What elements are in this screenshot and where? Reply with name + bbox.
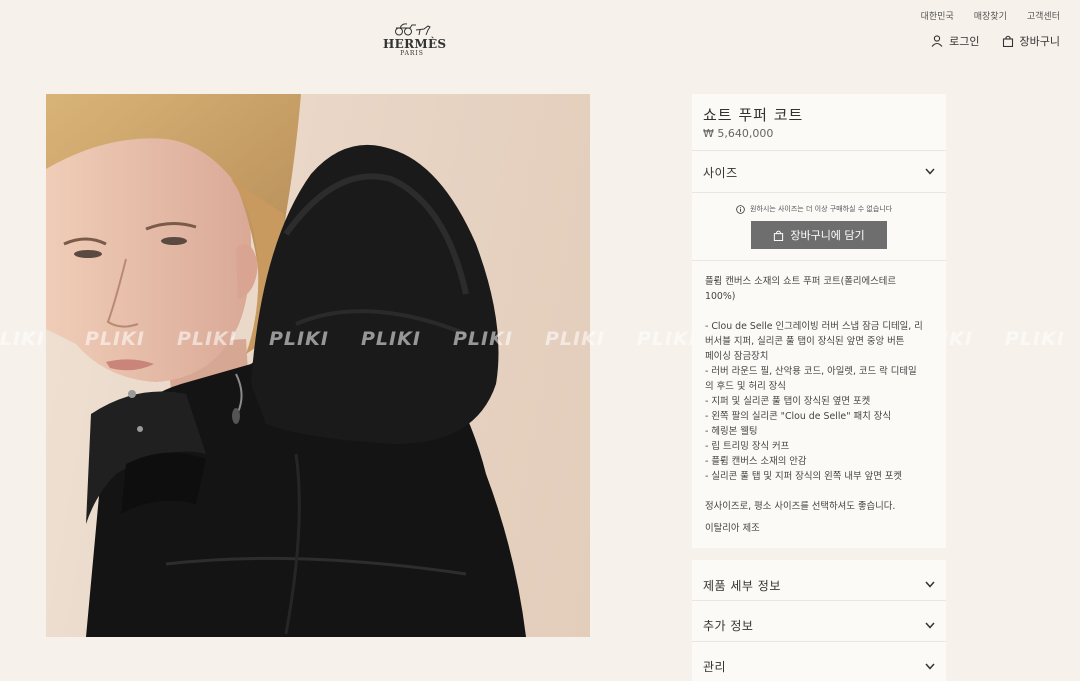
feature-line: 버서블 지퍼, 실리콘 풀 탭이 장식된 앞면 중앙 버튼 bbox=[705, 336, 905, 347]
accordion-care[interactable]: 관리 bbox=[692, 642, 946, 681]
store-locator-link[interactable]: 매장찾기 bbox=[974, 9, 1007, 22]
cart-label: 장바구니 bbox=[1019, 35, 1060, 48]
accordion-additional-info[interactable]: 추가 정보 bbox=[692, 601, 946, 641]
accordion-label: 추가 정보 bbox=[703, 619, 754, 633]
feature-line: - 헤링본 웰팅 bbox=[705, 426, 758, 437]
product-title: 쇼트 푸퍼 코트 bbox=[703, 106, 804, 124]
utility-nav: 대한민국 매장찾기 고객센터 bbox=[921, 9, 1060, 22]
description-line: 플륌 캔버스 소재의 쇼트 푸퍼 코트(폴리에스테르 bbox=[705, 276, 897, 287]
feature-line: - 립 트리밍 장식 커프 bbox=[705, 441, 790, 452]
feature-line: - 플륌 캔버스 소재의 안감 bbox=[705, 456, 807, 467]
login-link[interactable]: 로그인 bbox=[931, 33, 980, 49]
chevron-down-icon bbox=[925, 581, 935, 588]
add-to-cart-button[interactable]: 장바구니에 담기 bbox=[751, 221, 887, 249]
size-notice-text: 원하시는 사이즈는 더 이상 구매하실 수 없습니다 bbox=[750, 205, 893, 213]
country-link[interactable]: 대한민국 bbox=[921, 9, 954, 22]
made-in: 이탈리아 제조 bbox=[705, 523, 760, 534]
watermark-text: PLIKI bbox=[0, 328, 45, 350]
shopping-bag-icon bbox=[774, 230, 784, 241]
divider bbox=[692, 260, 946, 261]
watermark-text: PLIKI bbox=[637, 328, 697, 350]
customer-service-link[interactable]: 고객센터 bbox=[1027, 9, 1060, 22]
product-photo-icon bbox=[46, 94, 526, 637]
accordion-label: 관리 bbox=[703, 660, 727, 674]
size-selector[interactable]: 사이즈 bbox=[692, 151, 946, 192]
accordion-label: 제품 세부 정보 bbox=[703, 579, 781, 593]
product-info-panel: 쇼트 푸퍼 코트 ₩ 5,640,000 사이즈 원하시는 사이즈는 더 이상 … bbox=[692, 94, 946, 548]
add-to-cart-label: 장바구니에 담기 bbox=[790, 229, 865, 242]
cart-link[interactable]: 장바구니 bbox=[1002, 33, 1060, 49]
user-nav: 로그인 장바구니 bbox=[931, 33, 1060, 49]
shopping-bag-icon bbox=[1002, 35, 1013, 47]
feature-line: - 실리콘 풀 탭 및 지퍼 장식의 왼쪽 내부 앞면 포켓 bbox=[705, 471, 903, 482]
carriage-logo-icon bbox=[395, 23, 431, 36]
feature-line: 의 후드 및 허리 장식 bbox=[705, 381, 786, 392]
chevron-down-icon bbox=[925, 168, 935, 175]
feature-line: - 지퍼 및 실리콘 풀 탭이 장식된 옆면 포켓 bbox=[705, 396, 871, 407]
chevron-down-icon bbox=[925, 622, 935, 629]
feature-line: 페이싱 잠금장치 bbox=[705, 351, 769, 362]
info-icon bbox=[736, 204, 745, 214]
hermes-logo[interactable]: HERMÈS PARIS bbox=[383, 22, 447, 57]
feature-line: - Clou de Selle 인그레이빙 러버 스냅 잠금 디테일, 리 bbox=[705, 321, 923, 332]
logo-sub: PARIS bbox=[400, 50, 424, 57]
size-label: 사이즈 bbox=[703, 166, 738, 180]
product-price: ₩ 5,640,000 bbox=[703, 127, 774, 140]
sizing-note: 정사이즈로, 평소 사이즈를 선택하셔도 좋습니다. bbox=[705, 501, 896, 512]
feature-line: - 러버 라운드 필, 산악용 코드, 아일렛, 코드 락 디테일 bbox=[705, 366, 917, 377]
description-line: 100%) bbox=[705, 291, 736, 302]
user-icon bbox=[931, 35, 943, 47]
product-image bbox=[46, 94, 590, 637]
login-label: 로그인 bbox=[949, 35, 980, 48]
feature-line: - 왼쪽 팔의 실리콘 "Clou de Selle" 패치 장식 bbox=[705, 411, 891, 422]
size-notice: 원하시는 사이즈는 더 이상 구매하실 수 없습니다 bbox=[736, 204, 892, 214]
accordion-product-details[interactable]: 제품 세부 정보 bbox=[692, 560, 946, 600]
watermark-text: PLIKI bbox=[1005, 328, 1065, 350]
chevron-down-icon bbox=[925, 663, 935, 670]
product-accordion: 제품 세부 정보 추가 정보 관리 bbox=[692, 560, 946, 681]
logo-name: HERMÈS bbox=[383, 37, 447, 51]
divider bbox=[692, 192, 946, 193]
product-description: 플륌 캔버스 소재의 쇼트 푸퍼 코트(폴리에스테르 100%) - Clou … bbox=[705, 274, 937, 536]
